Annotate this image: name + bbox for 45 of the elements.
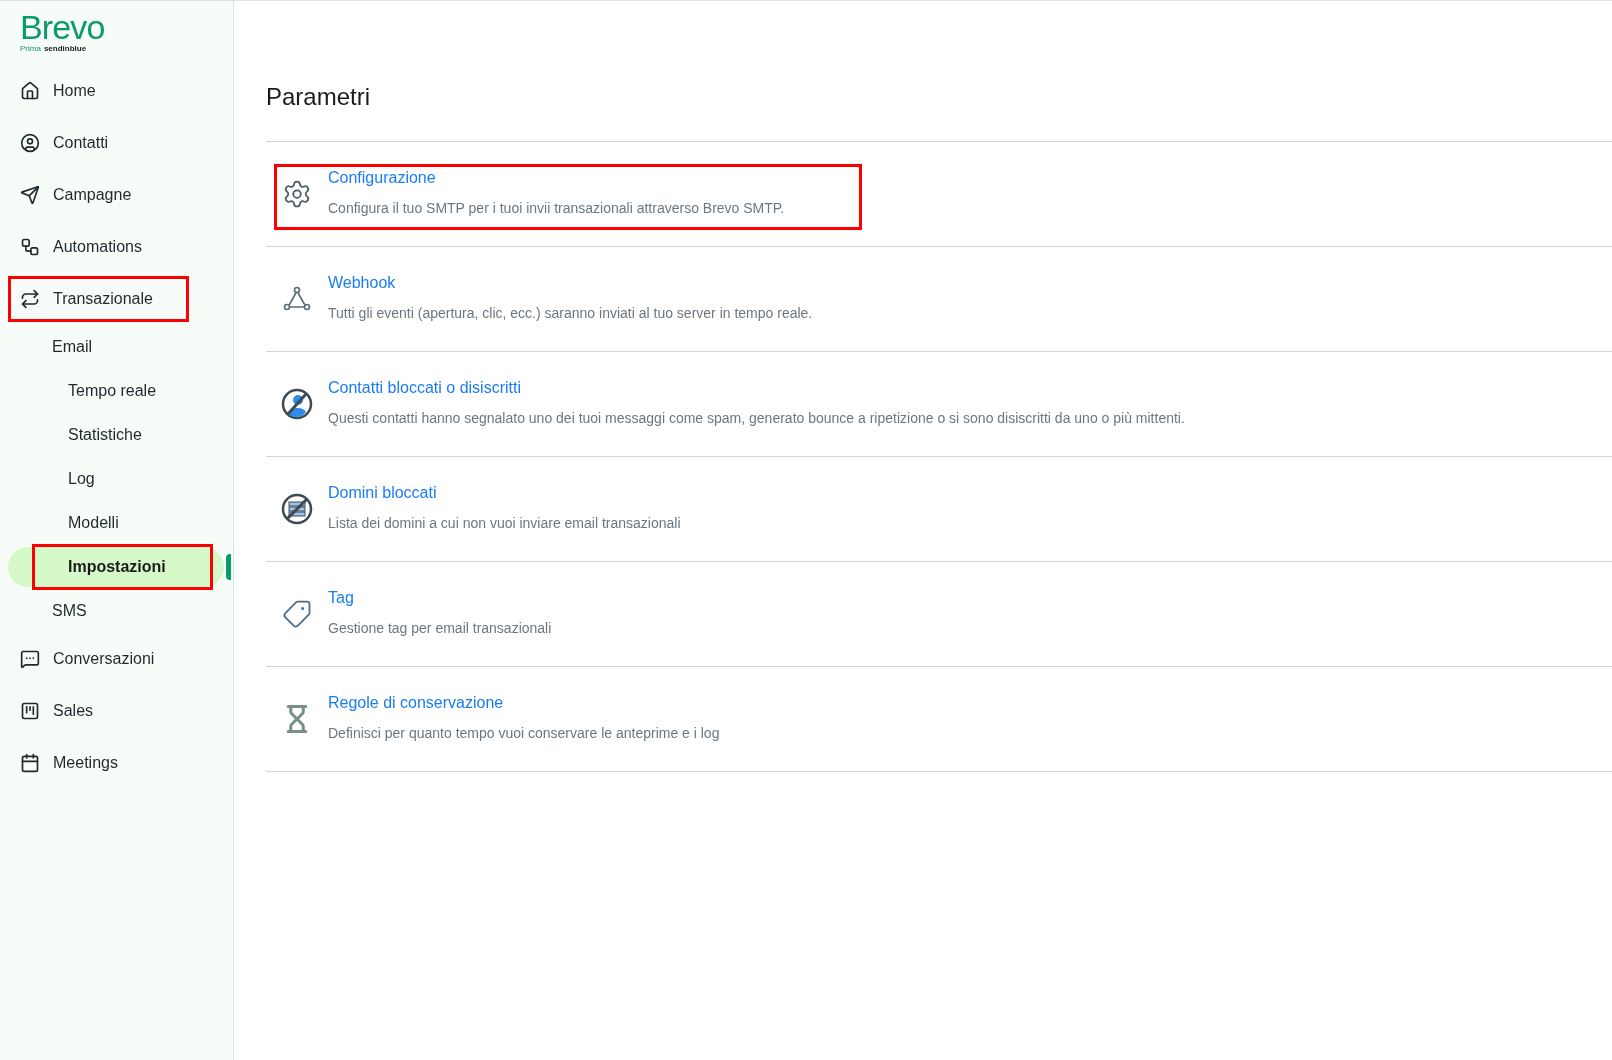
paper-plane-icon [20,185,40,205]
logo-suffix: sendinblue [43,43,87,55]
home-icon [20,81,40,101]
nav-item[interactable]: Modelli [8,503,224,543]
workflow-icon [20,237,40,257]
nav-item[interactable]: Tempo reale [8,371,224,411]
setting-description: Questi contatti hanno segnalato uno dei tuoi messaggi come spam, generato bounce a ripetizione o si sono disiscritti da uno o più mittenti. [328,408,1185,428]
blocked-user-icon [281,388,313,420]
nav-item[interactable]: Meetings [8,743,224,783]
setting-link[interactable]: Tag [328,585,552,610]
swap-arrows-icon [20,289,40,309]
nav-item[interactable]: Log [8,459,224,499]
blocked-server-icon [281,493,313,525]
setting-description: Definisci per quanto tempo vuoi conservare le anteprime e i log [328,723,720,743]
page-title: Parametri [266,82,372,112]
tag-icon [282,599,312,629]
triangle-nodes-icon [283,286,311,312]
nav-item[interactable]: Conversazioni [8,639,224,679]
setting-description: Gestione tag per email transazionali [328,618,552,638]
board-icon [20,701,40,721]
setting-link[interactable]: Webhook [328,270,813,295]
setting-description: Lista dei domini a cui non vuoi inviare email transazionali [328,513,681,533]
setting-description: Configura il tuo SMTP per i tuoi invii transazionali attraverso Brevo SMTP. [328,198,785,218]
setting-link[interactable]: Domini bloccati [328,480,681,505]
nav-item[interactable]: Email [8,327,224,367]
active-indicator [226,554,231,580]
chat-bubble-icon [20,649,40,669]
logo-prefix: Prima [20,43,41,55]
setting-link[interactable]: Contatti bloccati o disiscritti [328,375,1185,400]
nav-item[interactable]: Sales [8,691,224,731]
nav-item[interactable]: Impostazioni [8,547,224,587]
nav-item[interactable]: Home [8,71,224,111]
settings-icon [282,179,312,209]
setting-link[interactable]: Configurazione [328,165,785,190]
calendar-icon [20,753,40,773]
setting-description: Tutti gli eventi (apertura, clic, ecc.) saranno inviati al tuo server in tempo reale. [328,303,813,323]
setting-link[interactable]: Regole di conservazione [328,690,720,715]
nav-item[interactable]: Statistiche [8,415,224,455]
brand-logo: Brevo [20,9,106,45]
nav-item[interactable]: Campagne [8,175,224,215]
user-circle-icon [20,133,40,153]
nav-item[interactable]: Contatti [8,123,224,163]
nav-item[interactable]: Transazionale [8,279,224,319]
nav-item[interactable]: SMS [8,591,224,631]
nav-item[interactable]: Automations [8,227,224,267]
